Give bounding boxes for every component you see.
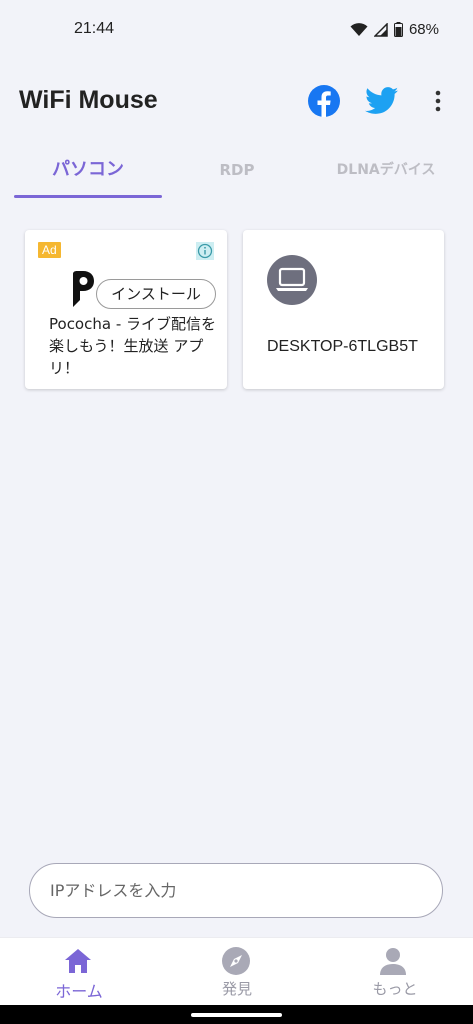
- compass-icon: [222, 947, 250, 975]
- wifi-icon: [350, 22, 368, 36]
- nav-home-label: ホーム: [55, 982, 103, 1001]
- install-button[interactable]: インストール: [96, 279, 216, 309]
- tab-rdp[interactable]: RDP: [163, 150, 311, 198]
- twitter-icon[interactable]: [365, 87, 399, 115]
- laptop-icon: [267, 255, 317, 305]
- ip-address-input[interactable]: [29, 863, 443, 918]
- tab-pc[interactable]: パソコン: [14, 150, 162, 198]
- battery-icon: [393, 22, 403, 37]
- ad-card[interactable]: Ad インストール Pococha - ライブ配信を楽しもう！生放送 アプリ！: [25, 230, 227, 389]
- status-bar: 21:44 68%: [0, 0, 473, 62]
- nav-discover-label: 発見: [221, 980, 252, 998]
- nav-home[interactable]: ホーム: [0, 938, 158, 1006]
- computer-name: DESKTOP-6TLGB5T: [267, 338, 418, 355]
- info-icon[interactable]: [196, 242, 214, 260]
- tab-dlna[interactable]: DLNAデバイス: [312, 150, 460, 198]
- app-bar: WiFi Mouse: [0, 78, 473, 126]
- gesture-bar: [0, 1005, 473, 1024]
- ad-description: Pococha - ライブ配信を楽しもう！生放送 アプリ！: [49, 315, 217, 377]
- pococha-logo-icon: [73, 271, 94, 307]
- ad-badge: Ad: [38, 242, 61, 258]
- gesture-handle[interactable]: [191, 1013, 282, 1017]
- status-time: 21:44: [74, 20, 115, 37]
- more-vert-icon[interactable]: [428, 86, 448, 116]
- nav-discover[interactable]: 発見: [158, 938, 316, 1006]
- signal-icon: [373, 22, 388, 37]
- home-icon: [65, 949, 91, 973]
- computer-card[interactable]: DESKTOP-6TLGB5T: [243, 230, 444, 389]
- facebook-icon[interactable]: [308, 85, 340, 117]
- battery-percent: 68%: [408, 21, 439, 38]
- nav-more[interactable]: もっと: [316, 938, 473, 1006]
- person-icon: [380, 948, 406, 975]
- status-icons: 68%: [350, 21, 439, 38]
- app-title: WiFi Mouse: [19, 86, 158, 114]
- bottom-nav: ホーム 発見 もっと: [0, 937, 473, 1005]
- nav-more-label: もっと: [372, 980, 418, 998]
- tab-indicator: [14, 195, 162, 198]
- tab-bar: パソコン RDP DLNAデバイス: [0, 150, 473, 200]
